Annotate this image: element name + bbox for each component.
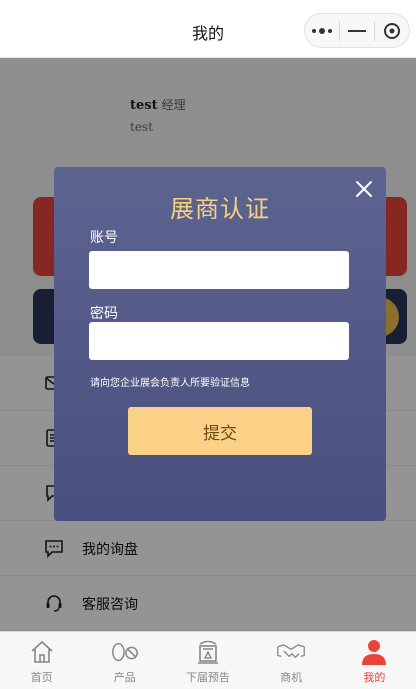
minimize-icon xyxy=(348,29,366,32)
more-dots-icon xyxy=(312,27,332,34)
account-input[interactable] xyxy=(89,251,349,289)
submit-button[interactable]: 提交 xyxy=(128,407,312,455)
auth-hint: 请向您企业展会负责人所要验证信息 xyxy=(90,378,250,389)
tab-label: 下届预告 xyxy=(186,671,230,684)
tab-home[interactable]: 首页 xyxy=(0,632,83,689)
tab-label: 我的 xyxy=(363,671,386,684)
minimize-button[interactable] xyxy=(340,14,374,47)
tab-preview[interactable]: 下届预告 xyxy=(166,632,249,689)
product-icon xyxy=(111,642,138,662)
close-icon[interactable] xyxy=(354,179,374,199)
tab-bar: 首页 产品 下届预告 商机 我的 xyxy=(0,631,416,689)
exhibitor-auth-modal: 展商认证 账号 密码 请向您企业展会负责人所要验证信息 提交 xyxy=(54,167,386,521)
password-label: 密码 xyxy=(90,306,118,322)
handshake-icon xyxy=(277,644,306,658)
modal-title: 展商认证 xyxy=(170,195,270,223)
target-icon xyxy=(384,22,400,39)
mini-program-capsule xyxy=(304,13,410,48)
tab-label: 产品 xyxy=(113,671,136,684)
more-button[interactable] xyxy=(305,14,339,47)
password-input[interactable] xyxy=(89,322,349,360)
tab-mine[interactable]: 我的 xyxy=(333,632,416,689)
user-icon xyxy=(362,640,387,665)
preview-icon xyxy=(198,640,218,664)
tab-label: 首页 xyxy=(30,671,53,684)
account-label: 账号 xyxy=(90,230,118,246)
tab-label: 商机 xyxy=(280,671,303,684)
close-app-button[interactable] xyxy=(375,14,409,47)
nav-bar: 我的 xyxy=(0,0,416,58)
home-icon xyxy=(31,640,53,663)
tab-product[interactable]: 产品 xyxy=(83,632,166,689)
tab-business[interactable]: 商机 xyxy=(250,632,333,689)
